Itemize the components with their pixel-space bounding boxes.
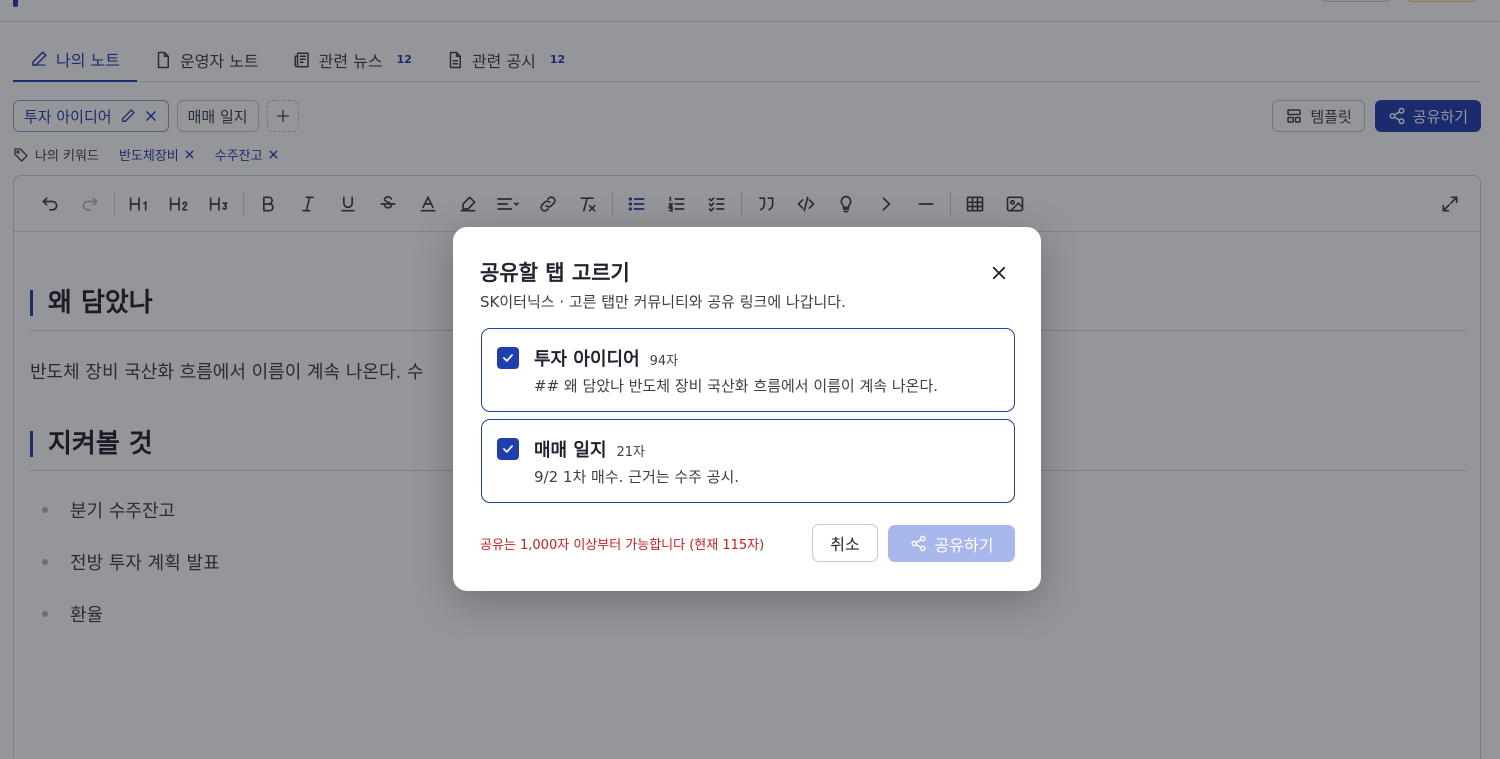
option-preview: ## 왜 담았나 반도체 장비 국산화 흐름에서 이름이 계속 나온다. <box>534 377 939 395</box>
option-title: 매매 일지 21자 <box>534 436 645 462</box>
option-char-count: 94자 <box>649 354 679 369</box>
option-preview: 9/2 1차 매수. 근거는 수주 공시. <box>534 468 740 486</box>
check-icon <box>501 442 515 456</box>
close-button[interactable] <box>985 259 1013 287</box>
option-char-count: 21자 <box>616 445 646 460</box>
checkbox-checked[interactable] <box>497 438 519 460</box>
confirm-share-button[interactable]: 공유하기 <box>888 525 1015 562</box>
checkbox-checked[interactable] <box>497 347 519 369</box>
option-name: 매매 일지 <box>534 440 607 461</box>
length-warning: 공유는 1,000자 이상부터 가능합니다 (현재 115자) <box>480 538 765 553</box>
option-title: 투자 아이디어 94자 <box>534 345 678 371</box>
share-tabs-dialog: 공유할 탭 고르기 SK이터닉스 · 고른 탭만 커뮤니티와 공유 링크에 나갑… <box>453 227 1041 591</box>
share-option-investment-idea[interactable]: 투자 아이디어 94자 ## 왜 담았나 반도체 장비 국산화 흐름에서 이름이… <box>481 328 1015 412</box>
dialog-title: 공유할 탭 고르기 <box>480 261 630 285</box>
share-option-trade-journal[interactable]: 매매 일지 21자 9/2 1차 매수. 근거는 수주 공시. <box>481 419 1015 503</box>
option-name: 투자 아이디어 <box>534 349 640 370</box>
share-label: 공유하기 <box>934 535 994 555</box>
check-icon <box>501 351 515 365</box>
share-icon <box>910 535 927 552</box>
cancel-button[interactable]: 취소 <box>812 524 878 562</box>
dialog-subtitle: SK이터닉스 · 고른 탭만 커뮤니티와 공유 링크에 나갑니다. <box>480 293 846 311</box>
close-icon <box>990 264 1008 282</box>
